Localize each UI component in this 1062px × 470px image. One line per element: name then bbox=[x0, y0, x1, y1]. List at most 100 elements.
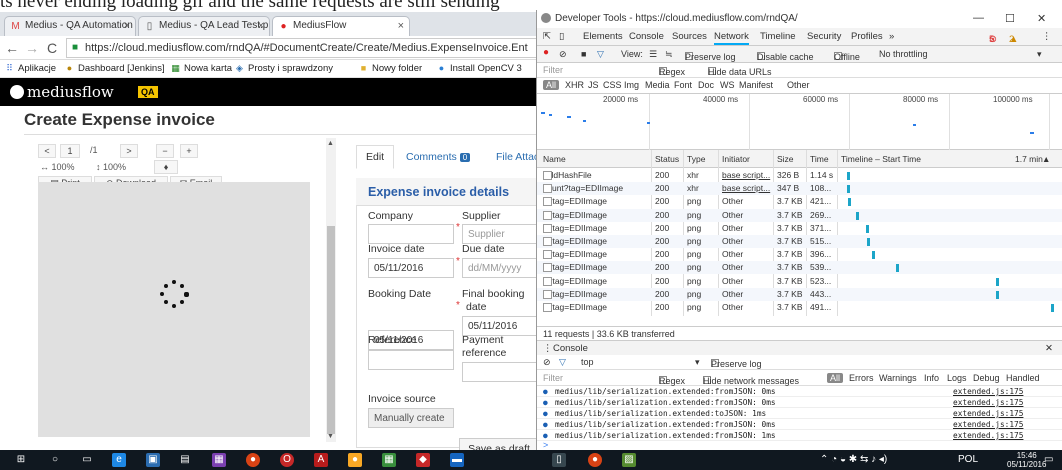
store-icon[interactable]: ▤ bbox=[178, 453, 192, 467]
zoom-out-button[interactable]: − bbox=[156, 144, 174, 158]
col-size[interactable]: Size bbox=[777, 154, 794, 164]
level-errors[interactable]: Errors bbox=[849, 373, 874, 383]
network-request-row[interactable]: 1?tag=EDIImage 200 png Other 3.7 KB 523... bbox=[537, 275, 1062, 288]
type-filter-other[interactable]: Other bbox=[787, 80, 810, 90]
next-page-button[interactable]: > bbox=[120, 144, 138, 158]
tab-timeline[interactable]: Timeline bbox=[760, 31, 796, 42]
browser-tab-gmail[interactable]: M Medius - QA Automation × bbox=[4, 16, 136, 36]
minimize-icon[interactable]: — bbox=[973, 12, 984, 24]
console-source-link[interactable]: extended.js:175 bbox=[953, 431, 1023, 440]
bookmark-apps[interactable]: ⠿ Aplikacje bbox=[4, 63, 56, 74]
notepad-icon[interactable]: ▯ bbox=[552, 453, 566, 467]
close-icon[interactable]: × bbox=[258, 20, 264, 32]
col-type[interactable]: Type bbox=[687, 154, 705, 164]
reference-field[interactable] bbox=[368, 350, 454, 370]
network-request-row[interactable]: 1?tag=EDIImage 200 png Other 3.7 KB 491... bbox=[537, 301, 1062, 314]
document-viewer[interactable] bbox=[38, 182, 310, 437]
console-filter-input[interactable]: Filter bbox=[543, 373, 563, 383]
opera-icon[interactable]: O bbox=[280, 453, 294, 467]
large-rows-icon[interactable]: ☰ bbox=[649, 49, 657, 60]
scroll-down-icon[interactable]: ▼ bbox=[327, 433, 334, 440]
clear-console-icon[interactable]: ⊘ bbox=[543, 357, 551, 368]
notifications-icon[interactable]: ▭ bbox=[1044, 454, 1053, 465]
console-drawer-tab[interactable]: Console bbox=[553, 343, 588, 354]
bookmark-new-tab[interactable]: ▦ Nowa karta bbox=[170, 63, 232, 74]
network-request-row[interactable]: AddHashFile 200 xhr base script... 326 B 1.14… bbox=[537, 169, 1062, 182]
level-logs[interactable]: Logs bbox=[947, 373, 967, 383]
edge-icon[interactable]: e bbox=[112, 453, 126, 467]
throttling-select[interactable]: No throttling bbox=[879, 49, 928, 59]
address-bar[interactable]: ■ https://cloud.mediusflow.com/rndQA/#Do… bbox=[66, 38, 544, 58]
inspect-icon[interactable]: ⇱ bbox=[543, 31, 551, 42]
chevron-down-icon[interactable]: ▾ bbox=[1037, 49, 1042, 60]
input-language[interactable]: POL bbox=[958, 454, 978, 465]
app-tile-icon[interactable]: ▦ bbox=[212, 453, 226, 467]
tab-edit[interactable]: Edit bbox=[356, 145, 395, 169]
kebab-menu-icon[interactable]: ⋮ bbox=[1042, 31, 1052, 42]
network-filter-input[interactable]: Filter bbox=[543, 65, 563, 75]
scroll-up-icon[interactable]: ▲ bbox=[327, 140, 334, 147]
bookmark-new-folder[interactable]: ■ Nowy folder bbox=[358, 63, 422, 74]
chrome-icon[interactable]: ● bbox=[588, 453, 602, 467]
page-number-input[interactable]: 1 bbox=[60, 144, 80, 158]
forward-arrow-icon[interactable]: → bbox=[24, 39, 40, 57]
type-filter-css[interactable]: CSS bbox=[603, 80, 622, 90]
console-source-link[interactable]: extended.js:175 bbox=[953, 387, 1023, 396]
search-icon[interactable]: ○ bbox=[48, 453, 62, 467]
level-handled[interactable]: Handled bbox=[1006, 373, 1040, 383]
device-mode-icon[interactable]: ▯ bbox=[559, 31, 564, 42]
git-icon[interactable]: ◆ bbox=[416, 453, 430, 467]
level-info[interactable]: Info bbox=[924, 373, 939, 383]
fit-height-button[interactable]: ↕ 100% bbox=[96, 162, 126, 175]
outlook-icon[interactable]: ▬ bbox=[450, 453, 464, 467]
prev-page-button[interactable]: < bbox=[38, 144, 56, 158]
console-prompt-icon[interactable]: > bbox=[543, 440, 548, 450]
type-filter-media[interactable]: Media bbox=[645, 80, 670, 90]
col-timeline[interactable]: Timeline – Start Time bbox=[841, 154, 921, 164]
network-request-row[interactable]: 1?tag=EDIImage 200 png Other 3.7 KB 539... bbox=[537, 261, 1062, 275]
level-debug[interactable]: Debug bbox=[973, 373, 1000, 383]
maximize-icon[interactable]: ☐ bbox=[1005, 12, 1015, 25]
windows-start-icon[interactable]: ⊞ bbox=[14, 453, 28, 467]
browser-tab-document[interactable]: ▯ Medius - QA Lead Test.p × bbox=[138, 16, 270, 36]
network-request-row[interactable]: 1?tag=EDIImage 200 png Other 3.7 KB 371... bbox=[537, 222, 1062, 235]
filter-icon[interactable]: ▽ bbox=[559, 357, 566, 368]
console-source-link[interactable]: extended.js:175 bbox=[953, 409, 1023, 418]
sort-ascending-icon[interactable]: ▲ bbox=[1042, 154, 1050, 164]
drawer-menu-icon[interactable]: ⋮ bbox=[543, 343, 553, 354]
network-request-row[interactable]: count?tag=EDIImage 200 xhr base script... 34… bbox=[537, 182, 1062, 196]
network-request-row[interactable]: 1?tag=EDIImage 200 png Other 3.7 KB 515... bbox=[537, 235, 1062, 248]
payment-reference-field[interactable] bbox=[462, 362, 544, 382]
network-request-row[interactable]: 1?tag=EDIImage 200 png Other 3.7 KB 443... bbox=[537, 287, 1062, 301]
network-request-row[interactable]: 1?tag=EDIImage 200 png Other 3.7 KB 396... bbox=[537, 248, 1062, 261]
image-viewer-icon[interactable]: ▣ bbox=[146, 453, 160, 467]
bookmark-opencv[interactable]: ● Install OpenCV 3 bbox=[436, 63, 522, 74]
type-filter-ws[interactable]: WS bbox=[720, 80, 735, 90]
mediusflow-logo[interactable]: mediusflow bbox=[10, 83, 114, 101]
col-name[interactable]: Name bbox=[543, 154, 566, 164]
record-icon[interactable]: ● bbox=[543, 47, 549, 58]
back-arrow-icon[interactable]: ← bbox=[4, 39, 20, 57]
type-filter-img[interactable]: Img bbox=[624, 80, 639, 90]
tab-profiles[interactable]: Profiles bbox=[851, 31, 883, 42]
clear-icon[interactable]: ⊘ bbox=[559, 49, 567, 60]
chevron-down-icon[interactable]: ▾ bbox=[695, 357, 700, 368]
network-overview[interactable]: 20000 ms 40000 ms 60000 ms 80000 ms 1000… bbox=[537, 94, 1062, 150]
network-request-row[interactable]: 1?tag=EDIImage 200 png Other 3.7 KB 421... bbox=[537, 195, 1062, 208]
overview-icon[interactable]: ≒ bbox=[665, 49, 673, 60]
final-booking-date-field[interactable]: 05/11/2016 bbox=[462, 316, 544, 336]
filter-icon[interactable]: ▽ bbox=[597, 49, 604, 60]
context-select[interactable]: top bbox=[581, 357, 594, 367]
tab-file-attachments[interactable]: File Attac bbox=[496, 151, 539, 163]
viewer-scrollbar[interactable]: ▲ ▼ bbox=[326, 138, 336, 442]
reload-icon[interactable]: C bbox=[44, 39, 60, 57]
supplier-field[interactable]: Supplier bbox=[462, 224, 544, 244]
system-clock[interactable]: 15:46 05/11/2016 bbox=[1007, 451, 1046, 469]
fit-width-button[interactable]: ↔ 100% bbox=[40, 162, 75, 175]
type-filter-all[interactable]: All bbox=[543, 80, 560, 90]
close-drawer-icon[interactable]: ✕ bbox=[1045, 343, 1053, 354]
bookmark-simple[interactable]: ◈ Prosty i sprawdzony bbox=[234, 63, 333, 74]
invoice-date-field[interactable]: 05/11/2016 bbox=[368, 258, 454, 278]
tab-network[interactable]: Network bbox=[714, 31, 749, 45]
level-all[interactable]: All bbox=[827, 373, 844, 383]
